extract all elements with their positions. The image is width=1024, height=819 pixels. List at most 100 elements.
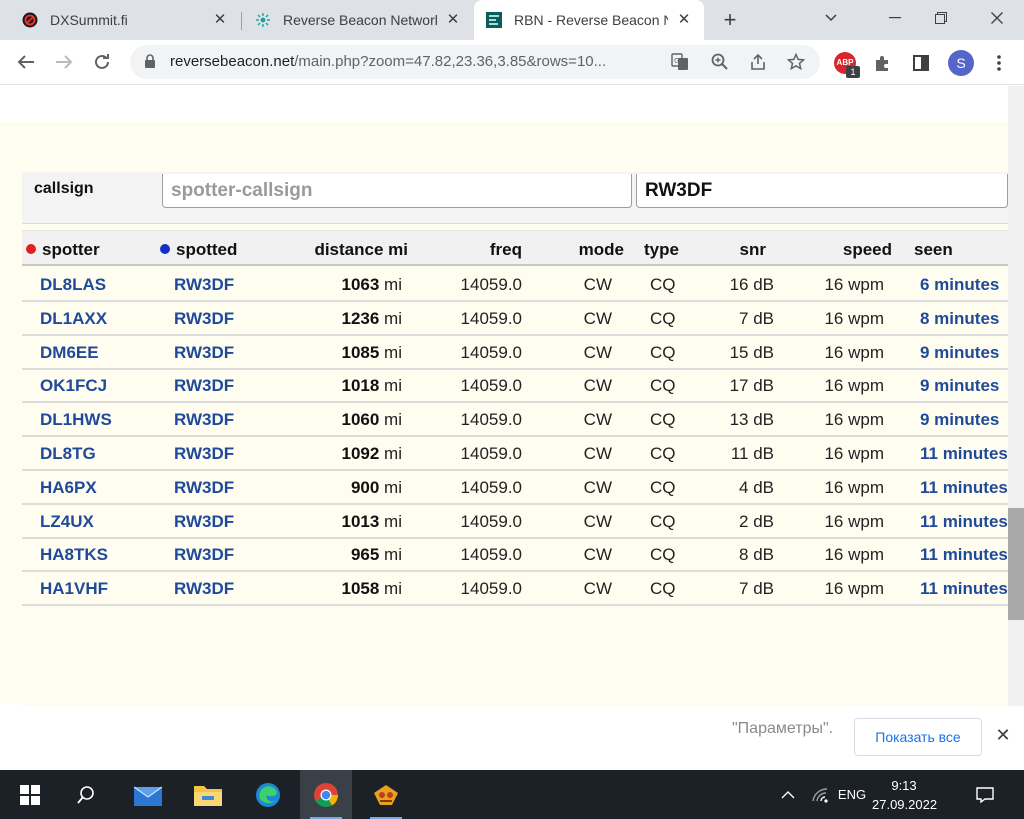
side-panel-icon[interactable]: [910, 52, 932, 74]
cell-freq: 14059.0: [460, 376, 522, 396]
cell-spotter[interactable]: HA8TKS: [40, 545, 108, 565]
column-mode[interactable]: mode: [562, 240, 624, 260]
forward-arrow-icon[interactable]: [50, 48, 78, 76]
column-snr[interactable]: snr: [712, 240, 766, 260]
mail-icon[interactable]: [122, 770, 174, 819]
cell-seen[interactable]: 9 minutes: [920, 376, 999, 396]
search-icon[interactable]: [60, 770, 112, 819]
cell-spotted[interactable]: RW3DF: [174, 545, 234, 565]
tab-reverse-beacon[interactable]: Reverse Beacon Network ✕: [243, 0, 473, 40]
cell-mode: CW: [583, 410, 612, 430]
cell-spotted[interactable]: RW3DF: [174, 410, 234, 430]
cell-seen[interactable]: 8 minutes: [920, 309, 999, 329]
zoom-icon[interactable]: [710, 52, 730, 72]
edge-browser-icon[interactable]: [242, 770, 294, 819]
tab-rbn-active[interactable]: RBN - Reverse Beacon Network ✕: [474, 0, 704, 40]
tab-dxsummit[interactable]: DXSummit.fi ✕: [10, 0, 240, 40]
cell-spotter[interactable]: DL8LAS: [40, 275, 106, 295]
cell-speed: 16 wpm: [824, 545, 884, 565]
cell-mode: CW: [583, 342, 612, 362]
lock-icon[interactable]: [144, 54, 156, 74]
column-speed[interactable]: speed: [812, 240, 892, 260]
restore-icon[interactable]: [918, 0, 964, 36]
cell-seen[interactable]: 11 minutes: [920, 444, 1008, 464]
close-tab-icon[interactable]: ✕: [212, 12, 228, 28]
cell-snr: 4 dB: [739, 477, 774, 497]
show-all-button[interactable]: Показать все: [854, 718, 982, 756]
profile-avatar[interactable]: S: [948, 50, 974, 76]
cell-spotter[interactable]: DL8TG: [40, 444, 96, 464]
table-row: DM6EE RW3DF 14059.0 CW CQ 15 dB 16 wpm 9 minute…: [22, 336, 1008, 370]
cell-spotter[interactable]: OK1FCJ: [40, 376, 107, 396]
tab-search-chevron-icon[interactable]: [808, 0, 854, 36]
cell-seen[interactable]: 11 minutes: [920, 579, 1008, 599]
cell-spotter[interactable]: LZ4UX: [40, 512, 94, 532]
cell-seen[interactable]: 9 minutes: [920, 410, 999, 430]
address-bar[interactable]: reversebeacon.net/main.php?zoom=47.82,23…: [130, 45, 820, 79]
cell-spotter[interactable]: HA1VHF: [40, 579, 108, 599]
cell-spotted[interactable]: RW3DF: [174, 343, 234, 363]
extensions-puzzle-icon[interactable]: [872, 52, 894, 74]
cell-seen[interactable]: 6 minutes: [920, 275, 999, 295]
menu-kebab-icon[interactable]: [988, 52, 1010, 74]
distance-unit: mi: [384, 579, 402, 599]
cell-spotted[interactable]: RW3DF: [174, 444, 234, 464]
spotter-callsign-input[interactable]: [162, 174, 632, 208]
tray-chevron-up-icon[interactable]: [774, 770, 802, 819]
cell-type: CQ: [650, 511, 676, 531]
scrollbar-thumb[interactable]: [1008, 508, 1024, 620]
column-seen[interactable]: seen: [914, 240, 953, 260]
cell-spotted[interactable]: RW3DF: [174, 275, 234, 295]
cell-spotted[interactable]: RW3DF: [174, 376, 234, 396]
cell-spotter[interactable]: DM6EE: [40, 343, 99, 363]
network-icon[interactable]: [806, 770, 834, 819]
spotted-callsign-input[interactable]: [636, 174, 1008, 208]
cell-speed: 16 wpm: [824, 308, 884, 328]
paint-app-icon[interactable]: [360, 770, 412, 819]
cell-spotted[interactable]: RW3DF: [174, 478, 234, 498]
cell-spotted[interactable]: RW3DF: [174, 579, 234, 599]
cell-distance: 965 mi: [302, 545, 402, 565]
column-spotted[interactable]: spotted: [160, 240, 237, 260]
cell-spotter[interactable]: HA6PX: [40, 478, 97, 498]
cell-seen[interactable]: 11 minutes: [920, 478, 1008, 498]
cell-spotter[interactable]: DL1HWS: [40, 410, 112, 430]
distance-value: 965: [350, 545, 380, 565]
cell-seen[interactable]: 11 minutes: [920, 512, 1008, 532]
cell-distance: 1060 mi: [302, 410, 402, 430]
new-tab-plus-icon[interactable]: +: [716, 6, 744, 34]
column-freq[interactable]: freq: [452, 240, 522, 260]
minimize-icon[interactable]: [872, 0, 918, 36]
cell-seen[interactable]: 9 minutes: [920, 343, 999, 363]
chrome-icon[interactable]: [300, 770, 352, 819]
translate-icon[interactable]: G: [670, 52, 690, 72]
distance-unit: mi: [384, 410, 402, 430]
cell-spotted[interactable]: RW3DF: [174, 309, 234, 329]
windows-start-icon[interactable]: [4, 770, 56, 819]
column-distance[interactable]: distance mi: [280, 240, 408, 260]
cell-mode: CW: [583, 477, 612, 497]
bookmark-star-icon[interactable]: [786, 52, 806, 72]
back-arrow-icon[interactable]: [12, 48, 40, 76]
close-tab-icon[interactable]: ✕: [445, 12, 461, 28]
close-bar-icon[interactable]: ✕: [994, 726, 1012, 744]
reload-icon[interactable]: [88, 48, 116, 76]
file-explorer-icon[interactable]: [182, 770, 234, 819]
cell-spotted[interactable]: RW3DF: [174, 512, 234, 532]
distance-value: 1013: [341, 511, 380, 531]
cell-spotter[interactable]: DL1AXX: [40, 309, 107, 329]
column-type[interactable]: type: [644, 240, 679, 260]
close-tab-icon[interactable]: ✕: [676, 12, 692, 28]
column-spotter[interactable]: spotter: [26, 240, 100, 260]
system-clock[interactable]: 9:13 27.09.2022: [872, 776, 937, 814]
url-text[interactable]: reversebeacon.net/main.php?zoom=47.82,23…: [170, 53, 660, 70]
share-icon[interactable]: [748, 52, 768, 72]
window-close-icon[interactable]: [974, 0, 1020, 36]
cell-type: CQ: [650, 579, 676, 599]
distance-value: 1060: [341, 410, 380, 430]
cell-seen[interactable]: 11 minutes: [920, 545, 1008, 565]
notifications-icon[interactable]: [968, 770, 1002, 819]
language-indicator[interactable]: ENG: [834, 770, 870, 819]
dxsummit-icon: [22, 12, 38, 28]
table-row: HA1VHF RW3DF 14059.0 CW CQ 7 dB 16 wpm 11 minut…: [22, 572, 1008, 607]
